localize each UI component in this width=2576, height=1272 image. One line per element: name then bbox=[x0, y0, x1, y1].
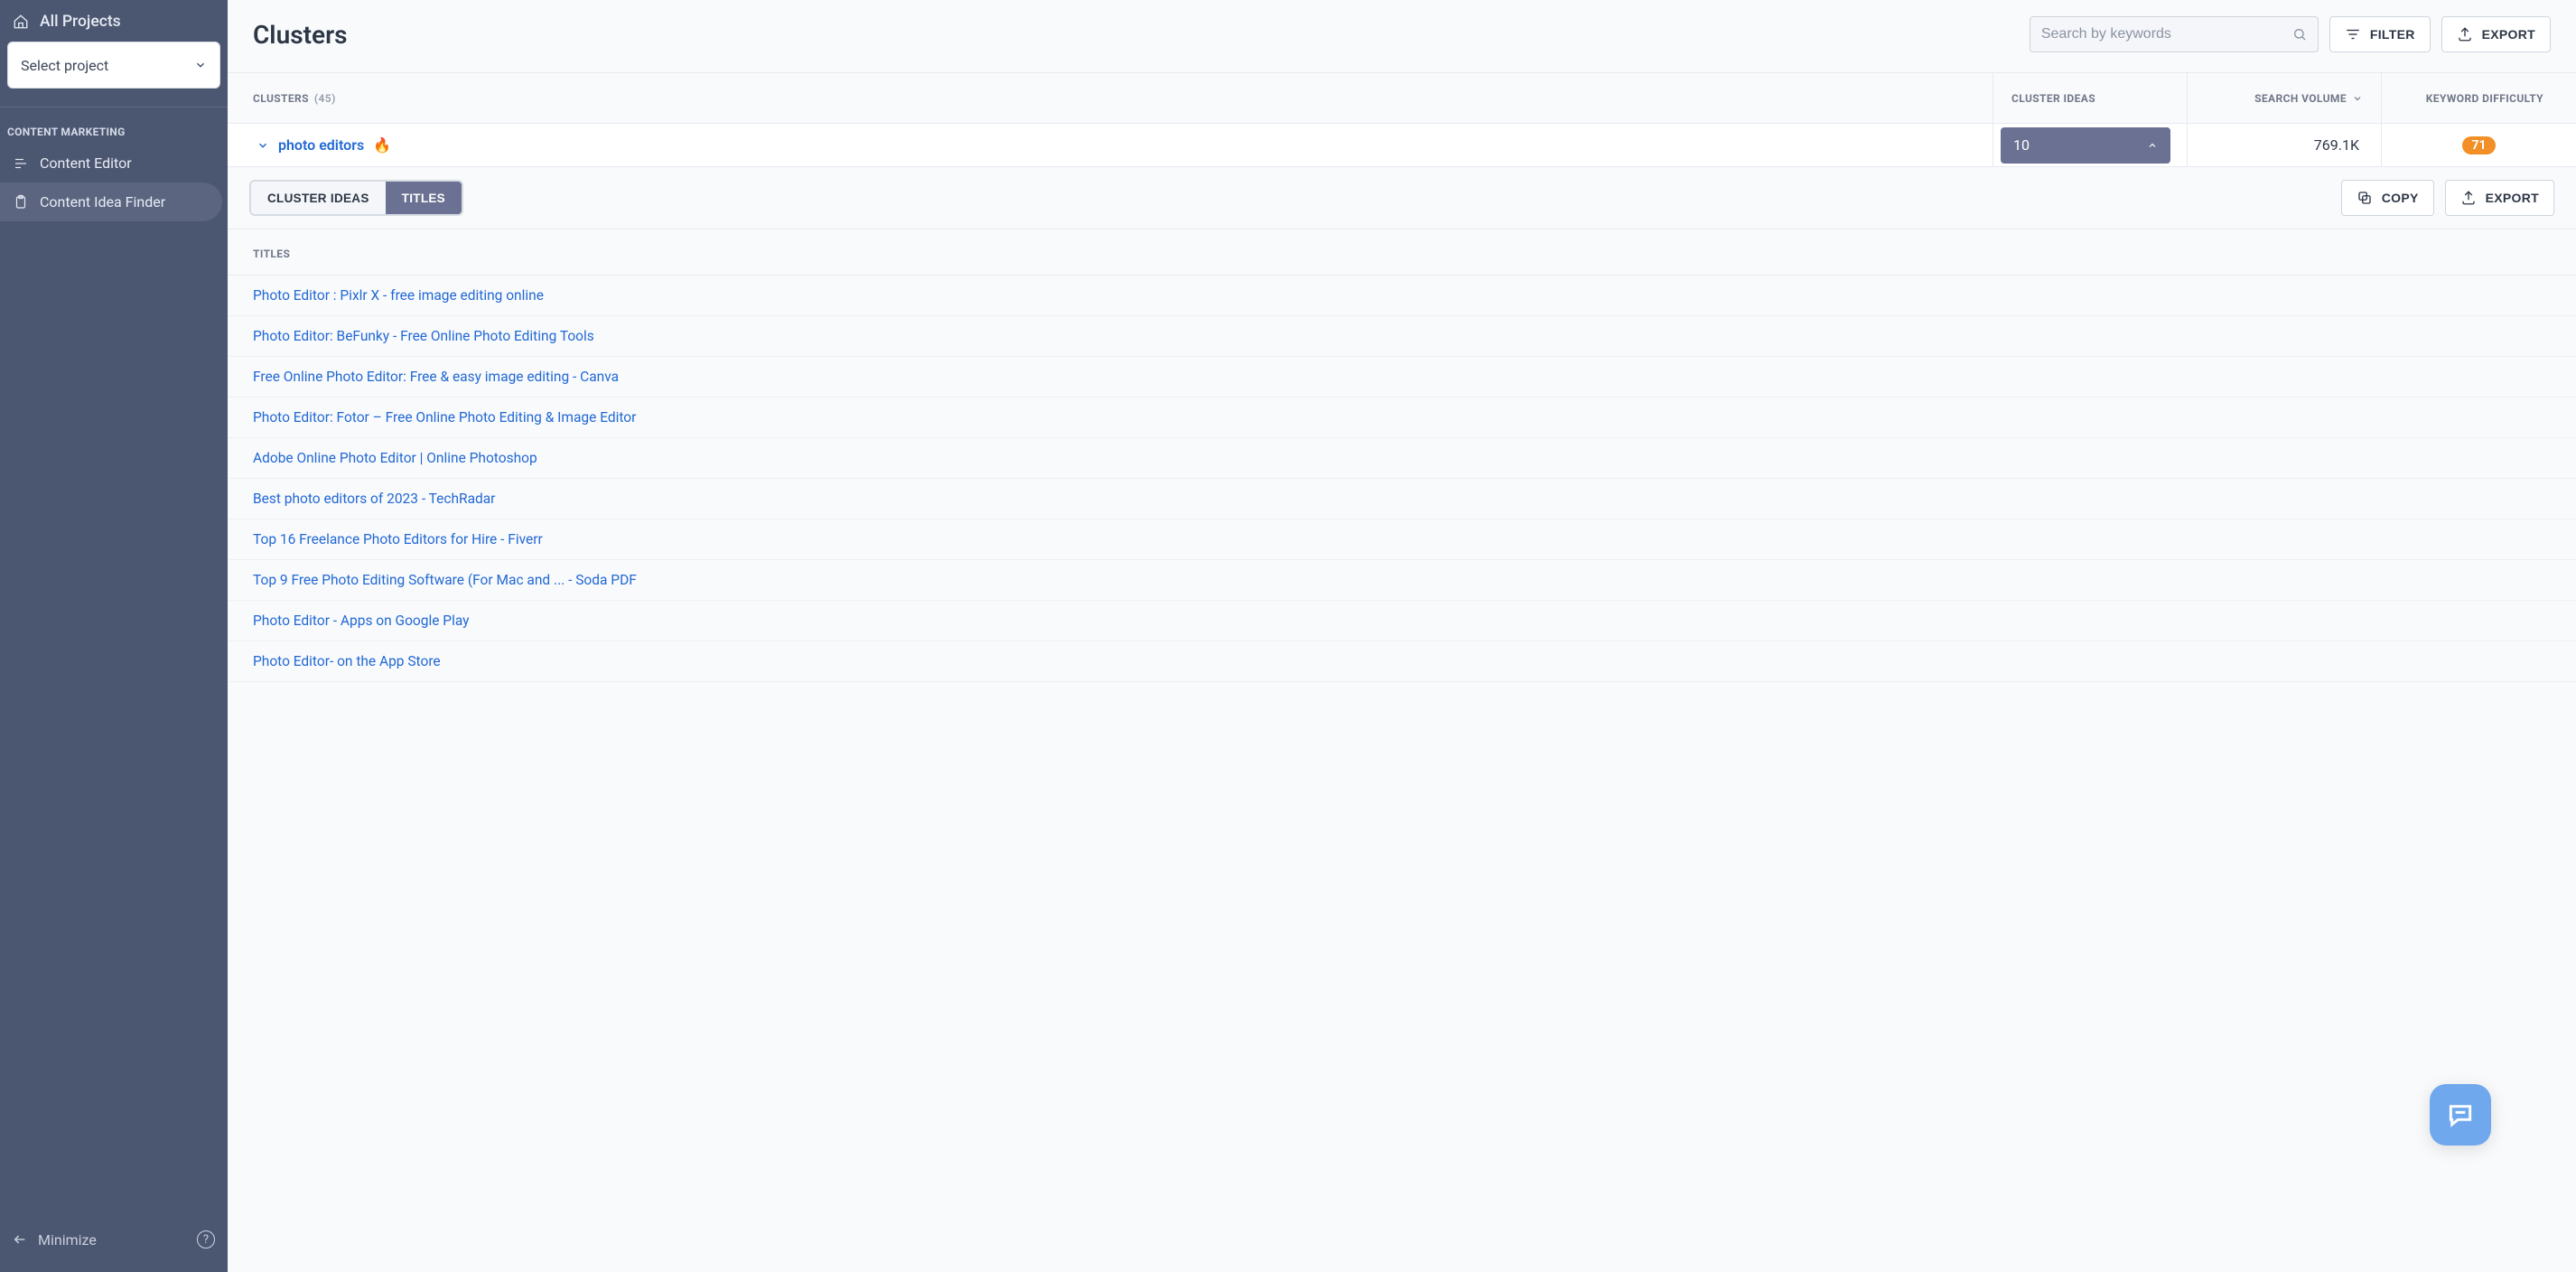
cluster-row[interactable]: photo editors 🔥 10 769.1K 71 bbox=[228, 124, 2576, 167]
chevron-down-icon bbox=[194, 59, 207, 71]
export-icon bbox=[2460, 190, 2477, 206]
project-select[interactable]: Select project bbox=[7, 42, 220, 89]
nav-label: Content Idea Finder bbox=[40, 193, 165, 210]
title-link[interactable]: Photo Editor: BeFunky - Free Online Phot… bbox=[253, 328, 594, 344]
nav-content-idea-finder[interactable]: Content Idea Finder bbox=[0, 182, 222, 221]
copy-button[interactable]: COPY bbox=[2341, 180, 2434, 216]
title-link[interactable]: Photo Editor : Pixlr X - free image edit… bbox=[253, 287, 544, 304]
title-link[interactable]: Top 9 Free Photo Editing Software (For M… bbox=[253, 572, 637, 588]
sub-export-button[interactable]: EXPORT bbox=[2445, 180, 2554, 216]
chat-fab[interactable] bbox=[2430, 1084, 2491, 1146]
title-link[interactable]: Adobe Online Photo Editor | Online Photo… bbox=[253, 450, 537, 466]
search-box[interactable] bbox=[2030, 16, 2319, 52]
cluster-name[interactable]: photo editors bbox=[278, 136, 364, 154]
search-volume-cell: 769.1K bbox=[2188, 124, 2382, 166]
titles-list: Photo Editor : Pixlr X - free image edit… bbox=[228, 276, 2576, 682]
export-button[interactable]: EXPORT bbox=[2441, 16, 2551, 52]
chevron-up-icon bbox=[2147, 140, 2158, 151]
export-icon bbox=[2457, 26, 2473, 42]
title-row: Top 16 Freelance Photo Editors for Hire … bbox=[228, 519, 2576, 560]
cluster-ideas-cell: 10 bbox=[1993, 124, 2188, 166]
th-keyword-difficulty: KEYWORD DIFFICULTY bbox=[2382, 73, 2576, 123]
sidebar-divider bbox=[0, 107, 228, 108]
page-title: Clusters bbox=[253, 20, 348, 50]
title-row: Free Online Photo Editor: Free & easy im… bbox=[228, 357, 2576, 398]
chat-icon bbox=[2446, 1100, 2475, 1129]
sidebar-footer: Minimize ? bbox=[0, 1214, 228, 1272]
search-input[interactable] bbox=[2041, 26, 2292, 42]
clipboard-icon bbox=[13, 194, 29, 210]
sidebar-top: All Projects Select project bbox=[0, 0, 228, 107]
title-link[interactable]: Photo Editor: Fotor – Free Online Photo … bbox=[253, 409, 636, 426]
title-row: Best photo editors of 2023 - TechRadar bbox=[228, 479, 2576, 519]
tab-cluster-ideas[interactable]: CLUSTER IDEAS bbox=[251, 182, 386, 214]
editor-icon bbox=[13, 155, 29, 172]
chevron-down-icon bbox=[2352, 93, 2363, 104]
title-row: Top 9 Free Photo Editing Software (For M… bbox=[228, 560, 2576, 601]
kd-cell: 71 bbox=[2382, 124, 2576, 166]
help-glyph: ? bbox=[203, 1233, 209, 1247]
export-label: EXPORT bbox=[2482, 27, 2535, 42]
search-volume-value: 769.1K bbox=[2314, 136, 2359, 154]
title-row: Photo Editor- on the App Store bbox=[228, 641, 2576, 682]
home-icon bbox=[13, 14, 29, 30]
minimize-button[interactable]: Minimize bbox=[13, 1231, 97, 1249]
nav-content-editor[interactable]: Content Editor bbox=[0, 144, 228, 182]
title-link[interactable]: Best photo editors of 2023 - TechRadar bbox=[253, 491, 495, 507]
main: Clusters FILTER EXPORT CLUSTERS (45) CL bbox=[228, 0, 2576, 1272]
flame-icon: 🔥 bbox=[373, 136, 391, 154]
project-select-placeholder: Select project bbox=[21, 57, 108, 74]
tab-titles[interactable]: TITLES bbox=[386, 182, 462, 214]
nav-label: Content Editor bbox=[40, 154, 132, 172]
clusters-table: CLUSTERS (45) CLUSTER IDEAS SEARCH VOLUM… bbox=[228, 72, 2576, 682]
search-icon bbox=[2292, 27, 2307, 42]
title-link[interactable]: Free Online Photo Editor: Free & easy im… bbox=[253, 369, 619, 385]
title-row: Photo Editor: Fotor – Free Online Photo … bbox=[228, 398, 2576, 438]
page-header: Clusters FILTER EXPORT bbox=[228, 0, 2576, 72]
cluster-name-cell[interactable]: photo editors 🔥 bbox=[228, 124, 1993, 166]
help-button[interactable]: ? bbox=[197, 1230, 215, 1249]
filter-label: FILTER bbox=[2370, 27, 2415, 42]
filter-button[interactable]: FILTER bbox=[2329, 16, 2431, 52]
th-search-volume[interactable]: SEARCH VOLUME bbox=[2188, 73, 2382, 123]
th-clusters: CLUSTERS (45) bbox=[228, 73, 1993, 123]
chevron-down-icon bbox=[257, 139, 269, 152]
arrow-left-icon bbox=[13, 1232, 27, 1247]
sub-export-label: EXPORT bbox=[2486, 191, 2539, 205]
table-head: CLUSTERS (45) CLUSTER IDEAS SEARCH VOLUM… bbox=[228, 73, 2576, 124]
title-row: Adobe Online Photo Editor | Online Photo… bbox=[228, 438, 2576, 479]
title-link[interactable]: Top 16 Freelance Photo Editors for Hire … bbox=[253, 531, 543, 547]
ideas-value: 10 bbox=[2013, 136, 2030, 154]
tab-segment: CLUSTER IDEAS TITLES bbox=[249, 180, 463, 216]
filter-icon bbox=[2345, 26, 2361, 42]
section-label: CONTENT MARKETING bbox=[0, 117, 228, 144]
titles-column-header: TITLES bbox=[228, 229, 2576, 276]
title-row: Photo Editor - Apps on Google Play bbox=[228, 601, 2576, 641]
cluster-sub-toolbar: CLUSTER IDEAS TITLES COPY EXPORT bbox=[228, 167, 2576, 229]
header-actions: FILTER EXPORT bbox=[2030, 16, 2551, 52]
title-row: Photo Editor : Pixlr X - free image edit… bbox=[228, 276, 2576, 316]
title-link[interactable]: Photo Editor- on the App Store bbox=[253, 653, 441, 669]
kd-badge: 71 bbox=[2462, 136, 2495, 154]
sub-actions: COPY EXPORT bbox=[2341, 180, 2554, 216]
minimize-label: Minimize bbox=[38, 1231, 97, 1249]
title-link[interactable]: Photo Editor - Apps on Google Play bbox=[253, 613, 470, 629]
th-cluster-ideas: CLUSTER IDEAS bbox=[1993, 73, 2188, 123]
copy-label: COPY bbox=[2382, 191, 2419, 205]
all-projects-label: All Projects bbox=[40, 13, 121, 31]
cluster-ideas-select[interactable]: 10 bbox=[2001, 127, 2170, 164]
title-row: Photo Editor: BeFunky - Free Online Phot… bbox=[228, 316, 2576, 357]
sidebar: All Projects Select project CONTENT MARK… bbox=[0, 0, 228, 1272]
all-projects-link[interactable]: All Projects bbox=[0, 9, 228, 42]
copy-icon bbox=[2357, 190, 2373, 206]
